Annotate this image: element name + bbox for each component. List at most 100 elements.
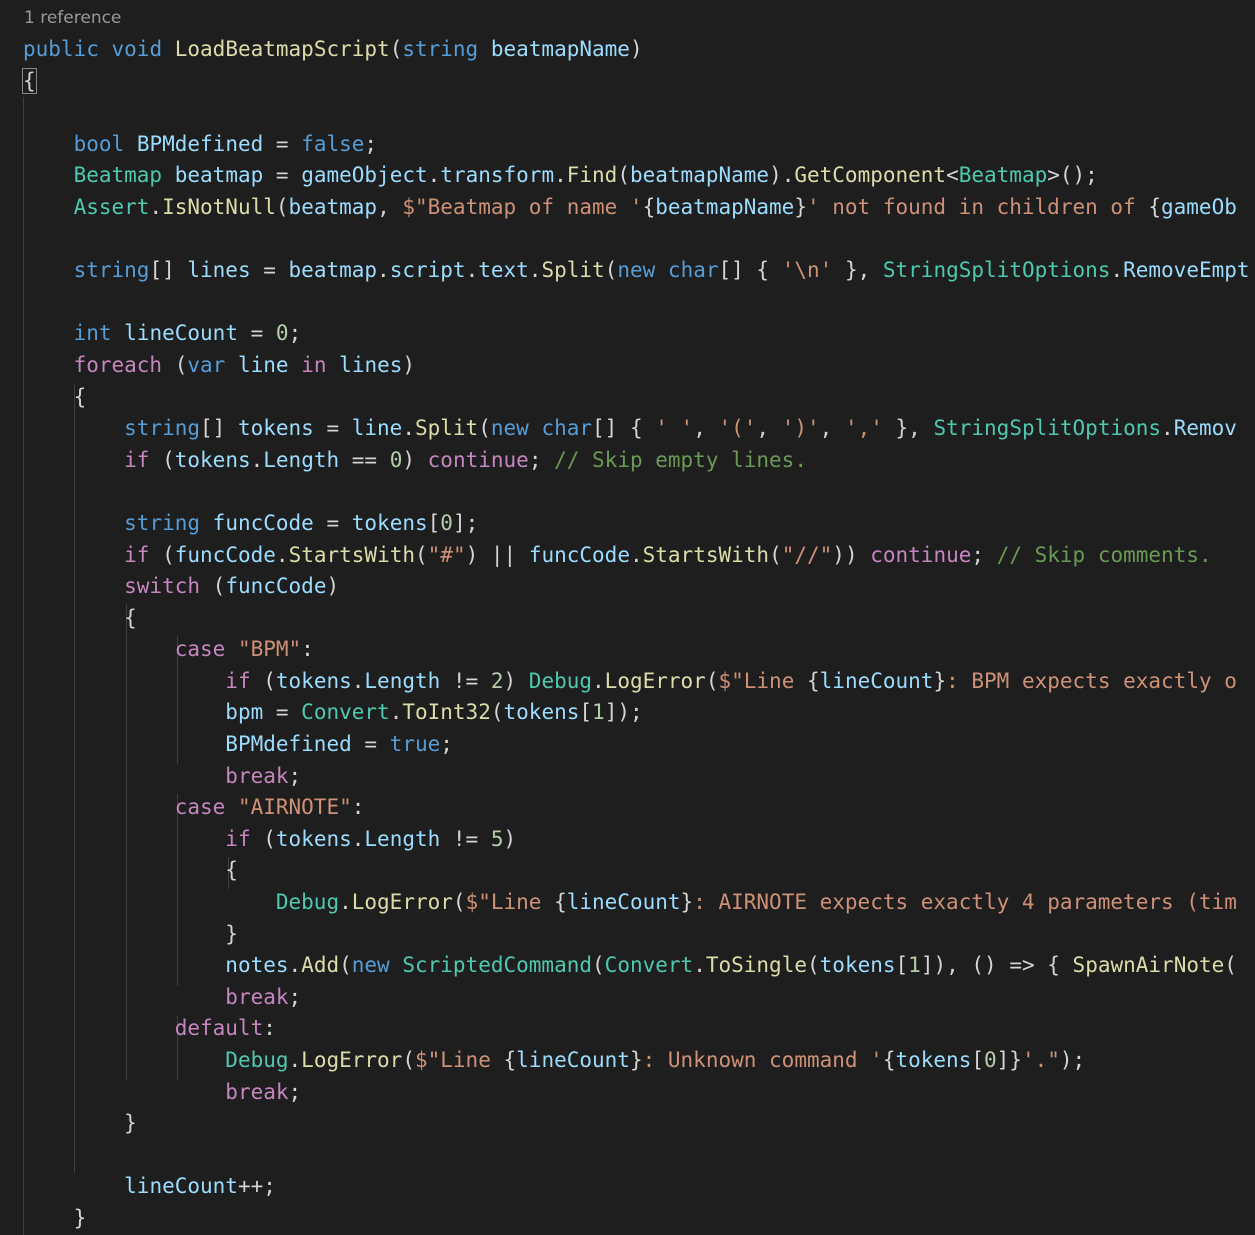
code-line[interactable]: Beatmap beatmap = gameObject.transform.F… — [23, 160, 1250, 192]
code-line[interactable]: if (tokens.Length != 2) Debug.LogError($… — [23, 666, 1250, 698]
code-token: tokens — [275, 826, 352, 851]
code-token: . — [693, 953, 706, 978]
code-token: funcCode — [225, 574, 327, 599]
code-line[interactable]: int lineCount = 0; — [23, 318, 1250, 350]
code-token: } — [23, 1205, 87, 1230]
code-token: : Unknown command ' — [642, 1048, 883, 1072]
code-line[interactable]: } — [23, 1108, 1250, 1140]
code-token: < — [946, 163, 959, 188]
code-line[interactable]: if (tokens.Length != 5) — [23, 824, 1250, 856]
code-area[interactable]: public void LoadBeatmapScript(string bea… — [22, 34, 1250, 1235]
code-token: bool — [73, 131, 125, 156]
code-token: ( — [402, 1048, 415, 1072]
code-line[interactable]: foreach (var line in lines) — [23, 350, 1250, 382]
code-token: 0 — [275, 321, 289, 346]
code-token: string — [124, 510, 201, 535]
code-token: ( — [452, 890, 466, 915]
code-token: = — [313, 510, 352, 535]
code-token: ToSingle — [705, 953, 807, 978]
code-line[interactable]: break; — [23, 1077, 1250, 1109]
code-token: . — [1161, 416, 1174, 441]
code-token: BPMdefined — [225, 732, 352, 757]
code-token: StartsWith — [288, 542, 415, 567]
code-token: . — [465, 258, 479, 283]
code-token: . — [402, 416, 415, 441]
code-token: ); — [1059, 1048, 1086, 1072]
code-token: ) — [503, 826, 517, 851]
code-token: '." — [1021, 1048, 1060, 1072]
code-token: . — [592, 668, 605, 693]
code-line[interactable]: public void LoadBeatmapScript(string bea… — [23, 34, 1250, 66]
code-line[interactable]: case "BPM": — [23, 634, 1250, 666]
code-token: void — [111, 37, 163, 61]
code-line[interactable]: Assert.IsNotNull(beatmap, $"Beatmap of n… — [23, 192, 1250, 224]
code-token: ( — [250, 826, 276, 851]
code-line[interactable]: BPMdefined = true; — [23, 729, 1250, 761]
code-line[interactable]: case "AIRNOTE": — [23, 792, 1250, 824]
code-token: . — [427, 163, 441, 188]
code-line[interactable]: } — [23, 1203, 1250, 1235]
code-token: gameObject — [301, 163, 428, 188]
code-line[interactable] — [23, 476, 1250, 508]
code-token: } — [629, 1048, 643, 1072]
code-line[interactable]: break; — [23, 761, 1250, 793]
code-line[interactable]: string[] tokens = line.Split(new char[] … — [23, 413, 1250, 445]
code-line[interactable]: string funcCode = tokens[0]; — [23, 508, 1250, 540]
code-token: . — [389, 700, 403, 725]
code-line[interactable]: switch (funcCode) — [23, 571, 1250, 603]
code-token: [] { — [592, 416, 656, 441]
code-token: [] — [200, 416, 238, 441]
code-line[interactable]: { — [23, 603, 1250, 635]
code-line[interactable]: if (funcCode.StartsWith("#") || funcCode… — [23, 540, 1250, 572]
code-token: Beatmap — [958, 163, 1048, 188]
code-line[interactable]: { — [22, 66, 1250, 98]
code-token: = — [263, 163, 302, 188]
code-token: Debug — [275, 890, 340, 915]
code-line[interactable]: bool BPMdefined = false; — [23, 129, 1250, 161]
code-token: ( — [200, 574, 226, 599]
code-token: lines — [187, 258, 251, 283]
code-token: [ — [427, 510, 441, 535]
code-line[interactable]: { — [23, 382, 1250, 414]
code-token: $"Line — [414, 1048, 504, 1072]
code-line[interactable]: Debug.LogError($"Line {lineCount}: Unkno… — [23, 1045, 1250, 1077]
code-line[interactable]: bpm = Convert.ToInt32(tokens[1]); — [23, 697, 1250, 729]
code-token: case — [174, 637, 226, 662]
code-line[interactable]: lineCount++; — [23, 1171, 1250, 1203]
code-line[interactable]: { — [23, 855, 1250, 887]
code-token: // Skip empty lines. — [554, 447, 807, 472]
code-token: } — [23, 921, 238, 946]
code-line[interactable]: } — [23, 919, 1250, 951]
code-token: = — [263, 700, 302, 725]
code-token: SpawnAirNote — [1072, 953, 1225, 978]
code-line[interactable]: notes.Add(new ScriptedCommand(Convert.To… — [23, 950, 1250, 982]
code-line[interactable]: default: — [23, 1013, 1250, 1045]
code-editor[interactable]: 1 reference public void LoadBeatmapScrip… — [0, 0, 1255, 1235]
code-token: '(' — [718, 416, 757, 441]
code-line[interactable] — [23, 97, 1250, 129]
code-line[interactable] — [23, 287, 1250, 319]
code-token: } — [933, 668, 947, 693]
code-line[interactable]: Debug.LogError($"Line {lineCount}: AIRNO… — [23, 887, 1250, 919]
code-line[interactable] — [23, 1140, 1250, 1172]
codelens-references[interactable]: 1 reference — [24, 8, 121, 28]
code-line[interactable]: if (tokens.Length == 0) continue; // Ski… — [23, 445, 1250, 477]
code-line[interactable]: string[] lines = beatmap.script.text.Spl… — [23, 255, 1250, 287]
code-token: line — [237, 352, 289, 377]
code-line[interactable]: break; — [23, 982, 1250, 1014]
code-line[interactable] — [23, 224, 1250, 256]
code-token: lineCount — [819, 668, 934, 693]
